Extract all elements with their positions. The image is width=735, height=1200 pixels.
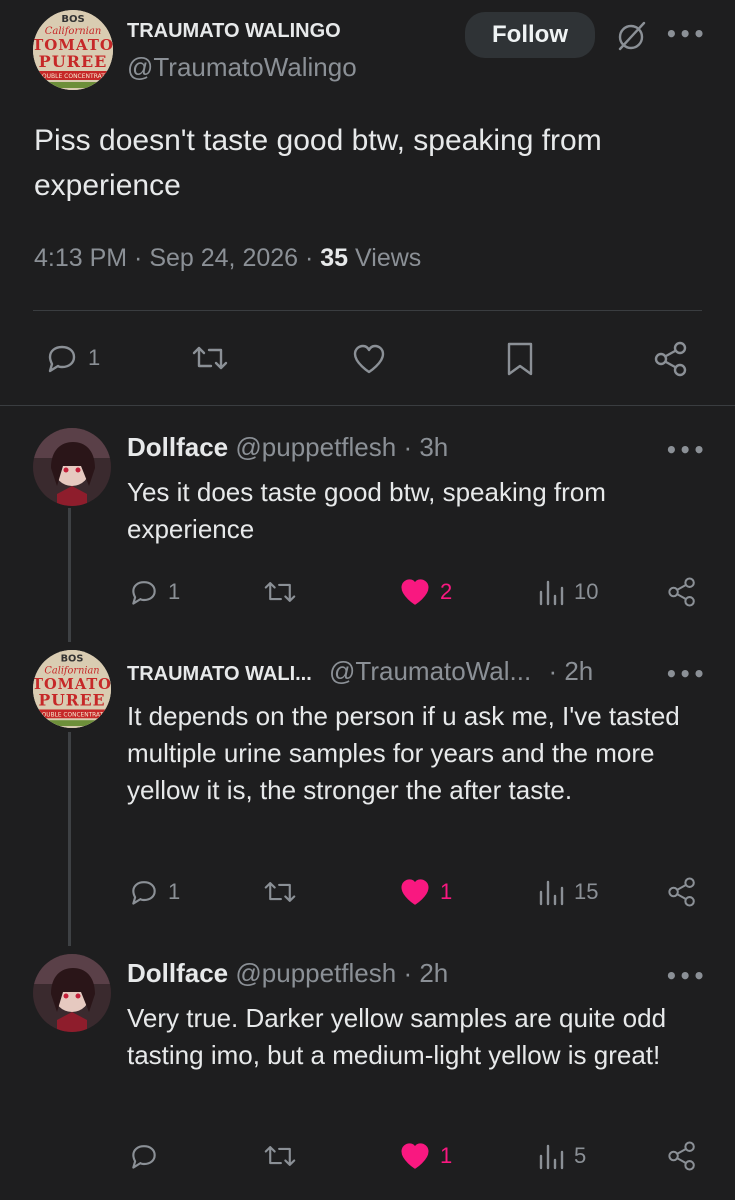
reply-button[interactable] (128, 1140, 160, 1172)
like-icon (401, 879, 429, 905)
reply-text: Very true. Darker yellow samples are qui… (127, 1003, 667, 1070)
like-button[interactable]: 1 (398, 1140, 452, 1172)
retweet-icon (264, 882, 296, 902)
reply-author-name[interactable]: Dollface (127, 432, 228, 462)
svg-text:DOUBLE CONCENTRATE: DOUBLE CONCENTRATE (37, 712, 107, 718)
avatar-brand-text: BOS (61, 14, 84, 25)
avatar[interactable]: BOS Californian TOMATO PUREE DOUBLE CONC… (33, 650, 111, 728)
thread-line (68, 508, 71, 642)
like-button[interactable]: 1 (398, 876, 452, 908)
author-handle[interactable]: @TraumatoWalingo (127, 52, 357, 83)
reply-header: Dollface @puppetflesh · 3h (127, 432, 448, 463)
reply-button[interactable]: 1 (44, 340, 100, 376)
reply-text: It depends on the person if u ask me, I'… (127, 701, 680, 805)
view-count: 15 (574, 879, 599, 904)
views-icon (539, 1144, 564, 1170)
like-icon (401, 1143, 429, 1169)
reply-author-handle[interactable]: @puppetflesh · 3h (235, 432, 448, 462)
reply-button[interactable]: 1 (128, 876, 180, 908)
share-icon (668, 877, 695, 907)
svg-text:PUREE: PUREE (39, 52, 108, 71)
reply-author-handle[interactable]: @puppetflesh · 2h (235, 958, 448, 988)
retweet-button[interactable] (262, 576, 298, 608)
tweet-text: Piss doesn't taste good btw, speaking fr… (34, 124, 602, 202)
reply-author-handle[interactable]: @TraumatoWal... (329, 656, 531, 686)
retweet-icon (192, 346, 228, 370)
divider (0, 405, 735, 406)
view-count: 10 (574, 579, 599, 604)
like-icon (353, 344, 385, 374)
follow-button[interactable]: Follow (465, 12, 595, 58)
reply-count: 1 (88, 345, 101, 370)
reply-count: 1 (168, 879, 181, 904)
view-count: 5 (574, 1143, 587, 1168)
more-icon[interactable]: ••• (665, 438, 706, 462)
like-count: 2 (440, 579, 453, 604)
reply-icon (132, 581, 156, 605)
avatar[interactable]: BOS Californian TOMATO PUREE DOUBLE CONC… (33, 10, 113, 90)
avatar[interactable] (33, 954, 111, 1032)
reply-timestamp[interactable]: · 2h (548, 656, 593, 686)
reply-icon (48, 345, 76, 373)
views-icon (539, 580, 564, 606)
reply-header: Dollface @puppetflesh · 2h (127, 958, 448, 989)
more-icon[interactable]: ••• (665, 22, 706, 46)
svg-text:DOUBLE CONCENTRATE: DOUBLE CONCENTRATE (37, 73, 109, 80)
reply-icon (132, 881, 156, 905)
grok-icon[interactable] (614, 18, 650, 54)
follow-button-label: Follow (492, 21, 568, 48)
retweet-icon (264, 582, 296, 602)
author-name[interactable]: TRAUMATO WALINGO (127, 20, 341, 43)
more-icon[interactable]: ••• (665, 662, 706, 686)
reply-icon (132, 1145, 156, 1169)
more-icon[interactable]: ••• (665, 964, 706, 988)
share-icon (668, 1141, 695, 1171)
tweet-timestamp[interactable]: 4:13 PM · Sep 24, 2026 · (34, 244, 320, 272)
views-count: 35 (320, 244, 349, 272)
reply-header: TRAUMATO WALI... @TraumatoWal... · 2h (127, 656, 593, 687)
share-button[interactable] (666, 576, 698, 608)
tweet-meta: 4:13 PM · Sep 24, 2026 · 35 Views (34, 244, 421, 273)
thread-line (68, 732, 71, 946)
svg-text:Californian: Californian (44, 665, 99, 676)
views-icon (539, 880, 564, 906)
retweet-button[interactable] (262, 876, 298, 908)
reply-author-name[interactable]: TRAUMATO WALI... (127, 663, 312, 685)
views-button[interactable]: 15 (536, 876, 598, 908)
like-button[interactable]: 2 (398, 576, 452, 608)
divider (33, 310, 702, 311)
like-button[interactable] (350, 341, 388, 377)
share-icon (654, 341, 687, 377)
share-button[interactable] (666, 1140, 698, 1172)
views-button[interactable]: 5 (536, 1140, 586, 1172)
reply-count: 1 (168, 579, 181, 604)
reply-text: Yes it does taste good btw, speaking fro… (127, 477, 606, 544)
reply-author-name[interactable]: Dollface (127, 958, 228, 988)
bookmark-icon (507, 342, 533, 376)
like-count: 1 (440, 1143, 453, 1168)
retweet-button[interactable] (190, 340, 230, 376)
views-label: Views (348, 244, 422, 272)
bookmark-button[interactable] (504, 340, 536, 378)
like-count: 1 (440, 879, 453, 904)
share-button[interactable] (652, 340, 690, 378)
svg-text:BOS: BOS (61, 654, 84, 665)
retweet-icon (264, 1146, 296, 1166)
like-icon (401, 579, 429, 605)
retweet-button[interactable] (262, 1140, 298, 1172)
svg-text:PUREE: PUREE (39, 691, 106, 710)
views-button[interactable]: 10 (536, 576, 598, 608)
reply-button[interactable]: 1 (128, 576, 180, 608)
share-button[interactable] (666, 876, 698, 908)
avatar[interactable] (33, 428, 111, 506)
share-icon (668, 577, 695, 607)
